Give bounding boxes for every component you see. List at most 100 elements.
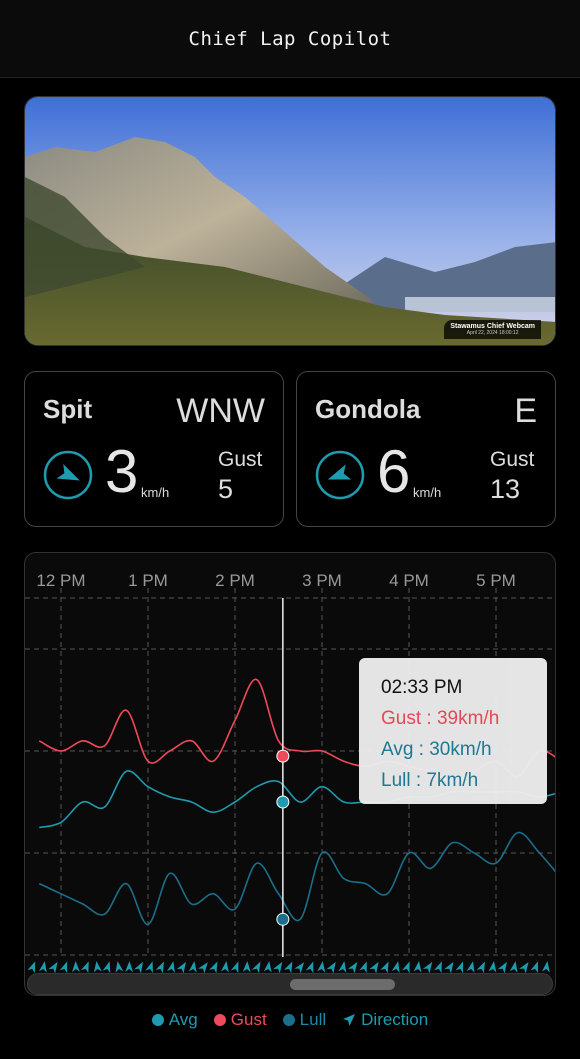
gust-label: Gust: [490, 448, 535, 471]
legend-gust[interactable]: Gust: [213, 1010, 267, 1030]
avg-dot-icon: [151, 1014, 164, 1026]
app-header: Chief Lap Copilot: [0, 0, 580, 78]
direction-arrow-icon: [197, 962, 208, 974]
speed-unit: km/h: [413, 485, 442, 500]
direction-arrow-icon: [230, 961, 239, 974]
scrollbar-thumb[interactable]: [290, 979, 395, 990]
direction-arrow-icon: [27, 961, 36, 974]
direction-arrow-icon: [273, 961, 283, 974]
mountain-photo: [25, 97, 555, 345]
wind-speed: 3: [105, 438, 139, 505]
direction-arrow-icon: [519, 962, 529, 974]
direction-arrow-icon: [338, 961, 347, 973]
webcam-caption: Stawamus Chief Webcam April 22, 2024 18:…: [444, 320, 541, 339]
direction-arrow-icon: [488, 961, 497, 973]
legend-label: Gust: [230, 1010, 267, 1029]
webcam-title: Stawamus Chief Webcam: [450, 323, 535, 330]
gust-value: 5: [218, 474, 234, 504]
direction-arrow-icon: [59, 961, 68, 974]
direction-arrow-icon: [251, 961, 261, 974]
direction-arrow-icon: [125, 961, 134, 973]
direction-arrow-icon: [326, 961, 336, 974]
direction-arrow-icon: [402, 961, 410, 974]
direction-arrow-icon: [220, 961, 229, 973]
direction-arrow-icon: [176, 961, 186, 974]
tooltip-lull: Lull : 7km/h: [381, 770, 479, 791]
webcam-timestamp: April 22, 2024 18:00:12: [466, 330, 519, 336]
gust-dot-icon: [213, 1014, 226, 1026]
direction-arrow-icon: [38, 961, 47, 973]
direction-arrow-icon: [530, 961, 538, 974]
wind-direction-arrow-icon: [315, 450, 365, 500]
direction-arrow-icon: [359, 961, 367, 974]
tooltip-time: 02:33 PM: [381, 677, 463, 698]
station-card-gondola[interactable]: Gondola E 6 km/h Gust 13: [296, 371, 556, 527]
direction-arrow-icon: [369, 961, 379, 974]
tooltip-avg: Avg : 30km/h: [381, 739, 492, 760]
wind-chart[interactable]: 12 PM 1 PM 2 PM 3 PM 4 PM 5 PM 02:33 PM Gust …: [24, 552, 556, 996]
direction-arrow-icon: [413, 961, 422, 973]
x-tick-label: 4 PM: [389, 571, 429, 590]
direction-arrow-icon: [497, 961, 507, 974]
direction-arrow-icon: [391, 961, 400, 973]
webcam-image[interactable]: Stawamus Chief Webcam April 22, 2024 18:…: [24, 96, 556, 346]
chart-legend: Avg Gust Lull Direction: [0, 1010, 580, 1030]
direction-arrow-icon: [102, 961, 111, 973]
direction-arrow-icon: [188, 961, 197, 973]
direction-arrow-icon: [466, 961, 475, 973]
direction-arrow-icon: [317, 961, 326, 973]
direction-arrow-icon: [294, 962, 305, 974]
station-card-spit[interactable]: Spit WNW 3 km/h Gust 5: [24, 371, 284, 527]
direction-arrow-icon: [455, 961, 464, 974]
speed-unit: km/h: [141, 485, 170, 500]
direction-arrow-icon: [48, 961, 58, 974]
direction-arrow-icon: [80, 961, 89, 974]
direction-arrow-icon: [476, 961, 485, 974]
x-tick-label: 2 PM: [215, 571, 255, 590]
x-tick-label: 3 PM: [302, 571, 342, 590]
direction-arrow-icon: [242, 961, 251, 973]
legend-label: Avg: [168, 1010, 198, 1029]
chart-scrollbar[interactable]: [27, 973, 553, 995]
tooltip-gust: Gust : 39km/h: [381, 708, 500, 729]
crosshair-point-gust: [276, 749, 290, 763]
wind-speed: 6: [377, 438, 411, 505]
direction-arrow-icon: [305, 961, 314, 974]
direction-arrow-icon: [134, 961, 143, 974]
direction-arrow-icon: [155, 961, 164, 974]
series-line-lull: [38, 831, 555, 926]
wind-direction: WNW: [176, 392, 265, 430]
direction-arrow-icon: [93, 961, 102, 973]
station-name: Spit: [43, 394, 93, 424]
gust-value: 13: [490, 474, 521, 504]
x-tick-label: 1 PM: [128, 571, 168, 590]
direction-arrow-icon: [380, 961, 389, 974]
direction-arrow-icon: [167, 961, 175, 973]
crosshair-point-lull: [276, 912, 290, 926]
legend-avg[interactable]: Avg: [151, 1010, 198, 1030]
direction-arrow-icon: [541, 961, 550, 973]
direction-arrow-icon: [263, 961, 272, 973]
legend-label: Lull: [299, 1010, 327, 1029]
direction-arrow-icon: [115, 961, 124, 973]
legend-lull[interactable]: Lull: [282, 1010, 327, 1030]
wind-direction-arrow-icon: [43, 450, 93, 500]
direction-arrow-icon: [422, 962, 433, 974]
chart-tooltip: 02:33 PM Gust : 39km/h Avg : 30km/h Lull…: [359, 658, 547, 804]
direction-arrow-icon: [509, 961, 518, 973]
app-title: Chief Lap Copilot: [188, 27, 392, 50]
legend-direction[interactable]: Direction: [342, 1010, 428, 1030]
direction-arrow-icon: [284, 961, 293, 974]
lull-dot-icon: [282, 1014, 295, 1026]
x-tick-label: 12 PM: [36, 571, 85, 590]
legend-label: Direction: [361, 1010, 429, 1029]
direction-arrow-icon: [209, 961, 218, 974]
direction-arrow-icon: [145, 961, 153, 973]
wind-direction: E: [514, 392, 537, 430]
direction-arrow-icon: [343, 1014, 356, 1026]
direction-arrow-icon: [347, 962, 358, 974]
direction-arrow-icon: [444, 961, 454, 974]
x-tick-label: 5 PM: [476, 571, 516, 590]
station-name: Gondola: [315, 394, 421, 424]
direction-arrow-icon: [434, 961, 442, 974]
